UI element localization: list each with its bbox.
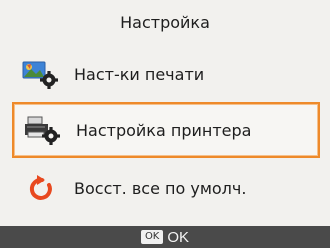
ok-key-badge: OK bbox=[140, 230, 164, 244]
reset-arrow-icon bbox=[22, 172, 62, 204]
menu-item-label: Наст-ки печати bbox=[74, 64, 205, 84]
footer-bar: OK OK bbox=[0, 226, 330, 248]
photo-gear-icon bbox=[22, 58, 62, 90]
menu-item-label: Восст. все по умолч. bbox=[74, 178, 247, 198]
ok-action-label[interactable]: OK bbox=[167, 229, 189, 246]
menu-item-printer-settings[interactable]: Настройка принтера bbox=[12, 102, 320, 158]
menu-item-reset-defaults[interactable]: Восст. все по умолч. bbox=[12, 160, 320, 216]
screen-title: Настройка bbox=[120, 12, 210, 32]
menu-item-label: Настройка принтера bbox=[76, 120, 252, 140]
printer-gear-icon bbox=[24, 114, 64, 146]
menu-item-print-settings[interactable]: Наст-ки печати bbox=[12, 46, 320, 102]
